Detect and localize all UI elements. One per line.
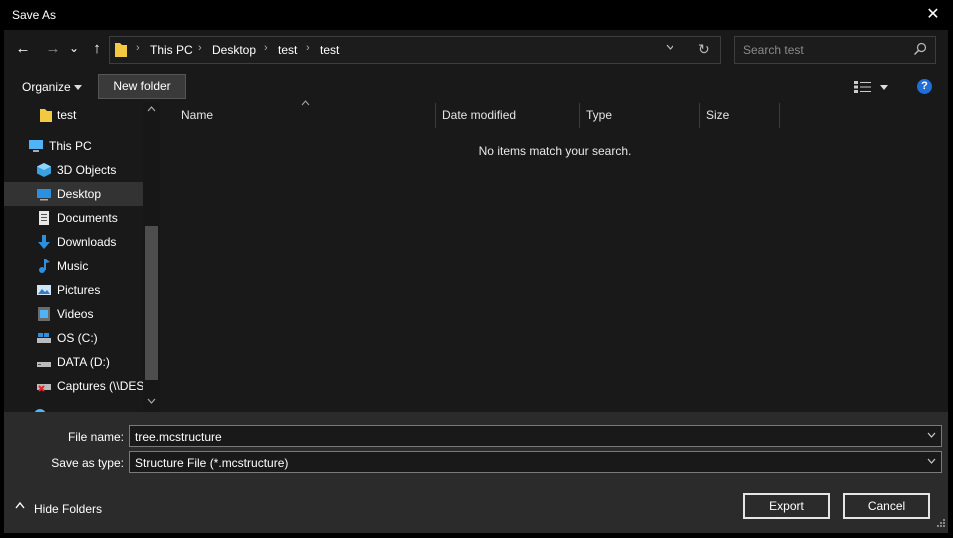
resize-grip-icon[interactable] [936, 518, 946, 528]
document-icon [39, 211, 49, 225]
sidebar-item-this-pc[interactable]: This PC [4, 134, 143, 158]
music-icon [39, 259, 50, 273]
network-drive-icon [37, 384, 51, 392]
view-options-icon[interactable] [854, 81, 872, 93]
refresh-button[interactable]: ↻ [698, 41, 710, 58]
drive-icon [37, 362, 51, 367]
sidebar-item-videos[interactable]: Videos [4, 302, 143, 326]
organize-dropdown-icon [74, 85, 82, 90]
sidebar-item-music[interactable]: Music [4, 254, 143, 278]
save-as-type-value: Structure File (*.mcstructure) [135, 456, 289, 470]
sidebar-item-label: Music [57, 259, 89, 273]
column-header-date-modified[interactable]: Date modified [442, 108, 516, 122]
breadcrumb-separator: › [198, 42, 202, 54]
breadcrumb-test[interactable]: test [278, 43, 297, 57]
window-title: Save As [12, 8, 57, 22]
sidebar-item-label: Videos [57, 307, 94, 321]
file-name-label: File name: [67, 430, 124, 444]
back-button[interactable]: ← [12, 38, 34, 60]
chevron-down-icon[interactable] [927, 458, 936, 465]
export-button[interactable]: Export [743, 493, 830, 519]
sidebar-item-pictures[interactable]: Pictures [4, 278, 143, 302]
cancel-button[interactable]: Cancel [843, 493, 930, 519]
save-as-type-label: Save as type: [51, 456, 124, 470]
breadcrumb-this-pc[interactable]: This PC [150, 43, 193, 57]
sidebar-item-label: Captures (\\DESI [57, 379, 148, 393]
sidebar-item-downloads[interactable]: Downloads [4, 230, 143, 254]
title-bar [0, 0, 953, 30]
sidebar-item-label: Documents [57, 211, 118, 225]
column-header-name[interactable]: Name [181, 108, 213, 122]
sort-ascending-icon [301, 100, 310, 106]
sidebar-item-label: This PC [49, 139, 92, 153]
search-placeholder[interactable]: Search test [743, 43, 804, 57]
chevron-down-icon[interactable] [927, 432, 936, 439]
sidebar-item-label: 3D Objects [57, 163, 117, 177]
hide-folders-button[interactable]: Hide Folders [34, 502, 102, 516]
column-divider[interactable] [779, 103, 780, 128]
sidebar-item-captures[interactable]: Captures (\\DESI [4, 374, 148, 398]
breadcrumb-separator: › [136, 42, 140, 54]
sidebar-item-label: DATA (D:) [57, 355, 110, 369]
sidebar-item-label: test [57, 108, 77, 122]
column-divider[interactable] [579, 103, 580, 128]
sidebar-item-label: Desktop [57, 187, 102, 201]
cube-icon [37, 163, 51, 177]
folder-icon [115, 43, 127, 57]
chevron-up-icon[interactable] [15, 502, 25, 509]
sidebar-item-data-d[interactable]: DATA (D:) [4, 350, 143, 374]
recent-locations-button[interactable]: ⌄ [66, 37, 82, 59]
download-icon [38, 235, 50, 249]
save-as-dialog: Save As ✕ ← → ⌄ ↑ › This PC › Desktop › … [0, 0, 953, 538]
chevron-down-icon[interactable] [666, 44, 673, 51]
pictures-icon [37, 285, 51, 295]
column-divider[interactable] [699, 103, 700, 128]
sidebar-item-desktop[interactable]: Desktop [4, 182, 143, 206]
forward-button[interactable]: → [42, 38, 64, 60]
video-icon [38, 307, 50, 321]
breadcrumb-test-current[interactable]: test [320, 43, 339, 57]
sidebar-item-label: OS (C:) [57, 331, 98, 345]
computer-icon [29, 140, 43, 152]
folder-icon [40, 109, 52, 122]
organize-menu[interactable]: Organize [22, 80, 71, 94]
desktop-icon [37, 189, 51, 201]
new-folder-button[interactable]: New folder [98, 74, 186, 99]
help-icon[interactable]: ? [917, 79, 932, 94]
up-button[interactable]: ↑ [86, 38, 108, 60]
sidebar-item-os-c[interactable]: OS (C:) [4, 326, 143, 350]
sidebar-item-test[interactable]: test [4, 103, 143, 127]
sidebar-item-documents[interactable]: Documents [4, 206, 143, 230]
sidebar-item-label: Pictures [57, 283, 101, 297]
close-button[interactable]: ✕ [918, 3, 948, 27]
sidebar-item-label: Downloads [57, 235, 117, 249]
empty-folder-message: No items match your search. [478, 144, 632, 158]
drive-icon [37, 333, 51, 343]
navigation-pane: test This PC 3D Objects Desktop Document… [4, 102, 160, 412]
breadcrumb-desktop[interactable]: Desktop [212, 43, 256, 57]
breadcrumb-separator: › [264, 42, 268, 54]
save-as-type-select[interactable]: Structure File (*.mcstructure) [129, 451, 942, 473]
breadcrumb-separator: › [306, 42, 310, 54]
column-header-size[interactable]: Size [706, 108, 729, 122]
column-divider[interactable] [435, 103, 436, 128]
file-name-input[interactable]: tree.mcstructure [129, 425, 942, 447]
scroll-down-icon[interactable] [147, 398, 156, 404]
column-header-type[interactable]: Type [586, 108, 612, 122]
file-name-value[interactable]: tree.mcstructure [135, 430, 222, 444]
view-dropdown-icon[interactable] [880, 85, 888, 90]
search-icon[interactable] [913, 42, 927, 56]
sidebar-item-3d-objects[interactable]: 3D Objects [4, 158, 143, 182]
nav-scrollbar-thumb[interactable] [145, 226, 158, 380]
scroll-up-icon[interactable] [147, 106, 156, 112]
